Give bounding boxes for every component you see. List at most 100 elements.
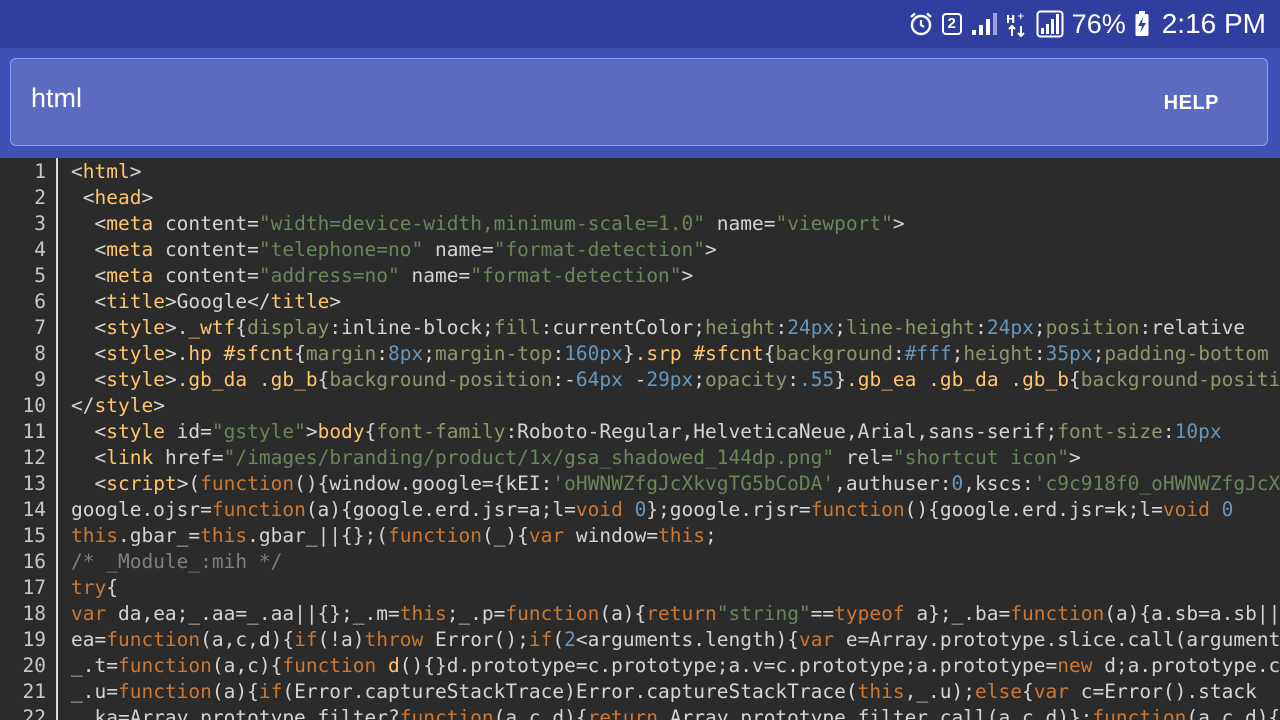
code-token: { [1022,680,1034,703]
code-token: background-position [329,368,553,391]
code-token: style [106,316,165,339]
code-token: { [235,316,248,339]
code-line: <style>.gb_da .gb_b{background-position:… [71,367,1280,393]
line-number: 11 [22,420,46,443]
code-token: 160px [564,342,623,365]
code-token: ea= [71,628,107,651]
code-token: "address=no" [258,264,400,287]
code-token: var [798,628,835,651]
code-token: margin-top [435,342,553,365]
code-token: typeof [834,602,905,625]
code-token: function [200,472,295,495]
code-token: style [106,420,165,443]
page-title: html [31,83,83,113]
code-token: void [1162,498,1210,521]
code-line: </style> [71,393,165,419]
status-icons: 2 H + 76% 2:16 PM [908,0,1266,48]
code-token: .gbar_= [117,524,201,547]
code-token: (a,c,d){ [200,628,295,651]
code-token: var [528,524,565,547]
code-token: (a,c){ [211,654,283,677]
status-bar: 2 H + 76% 2:16 PM [0,0,1280,48]
line-number: 22 [22,706,46,720]
code-token: 2 [564,628,576,651]
line-number: 15 [22,524,46,547]
code-token: (Error.captureStackTrace)Error.captureSt… [282,680,858,703]
code-line: google.ojsr=function(a){google.erd.jsr=a… [71,497,1233,523]
code-token: < [71,238,107,261]
code-token: >Google</ [164,290,271,313]
code-token: line-height [845,316,976,339]
code-token: (){google.erd.jsr=k;l= [904,498,1163,521]
code-token: _.t= [71,654,118,677]
code-token: new [1057,654,1093,677]
line-number: 10 [22,394,46,417]
code-token: window= [564,524,659,547]
code-token: opacity [705,368,788,391]
code-token: (a){a.sb=a.sb|| [1104,602,1280,625]
code-token: ; [693,368,706,391]
code-token: { [1069,368,1081,391]
code-token: position [1045,316,1140,339]
code-token: { [294,342,306,365]
svg-text:H: H [1006,13,1015,26]
code-token: font-family [376,420,506,443]
code-token: ka=Array.prototype.filter? [71,706,400,720]
code-token: body [317,420,365,443]
code-token: ; [423,342,436,365]
code-line: <head> [71,185,153,211]
code-token: "viewport" [775,212,893,235]
code-token: < [71,472,107,495]
code-token: <arguments.length){ [575,628,799,651]
code-token: function [1092,706,1187,720]
line-number: 19 [22,628,46,651]
code-token: };google.rjsr= [646,498,811,521]
code-token: { [364,420,377,443]
code-token: - [622,368,647,391]
code-token: meta [106,264,154,287]
code-token: Error(); [423,628,529,651]
code-token: margin [305,342,377,365]
code-token: content= [153,264,259,287]
code-line: <style>._wtf{display:inline-block;fill:c… [71,315,1245,341]
source-code-viewer[interactable]: 1 2 3 4 5 6 7 8 9 10 11 12 13 14 15 16 17 18 19 20 21 22 <htm… [0,158,1280,720]
code-token: 8px [388,342,424,365]
code-token: > [164,316,177,339]
code-token: throw [364,628,424,651]
code-token: this [399,602,447,625]
code-token: < [71,160,83,183]
code-token: } [622,342,635,365]
code-token: > [129,160,142,183]
code-line: this.gbar_=this.gbar_||{};(function(_){v… [71,523,717,549]
code-token: 64px [575,368,623,391]
code-token: ; [705,524,717,547]
code-token: :- [552,368,576,391]
help-button[interactable]: HELP [1164,92,1219,115]
code-token: "string" [716,602,811,625]
alarm-icon [908,11,934,37]
code-token: function [106,628,201,651]
code-token: name= [423,238,494,261]
code-token: function [399,706,494,720]
code-token: content= [153,238,259,261]
line-number: 14 [22,498,46,521]
code-token: style [106,342,165,365]
line-number: 18 [22,602,46,625]
line-number: 17 [22,576,46,599]
code-token: d [388,654,400,677]
code-token: id= [164,420,212,443]
code-token: google.ojsr= [71,498,212,521]
code-token: content= [153,212,259,235]
code-token: (!a) [317,628,365,651]
code-token: padding-bottom [1104,342,1269,365]
code-token: :Roboto-Regular,HelveticaNeue,Arial,sans… [505,420,1058,443]
code-token: > [164,368,177,391]
code-token: : [1033,342,1046,365]
clock: 2:16 PM [1161,8,1266,39]
code-token: Array.prototype.filter.call(a,c,d)}: [658,706,1093,720]
code-token: : [552,342,565,365]
code-line: <meta content="telephone=no" name="forma… [71,237,716,263]
code-token: > [141,186,154,209]
code-token: < [71,186,95,209]
